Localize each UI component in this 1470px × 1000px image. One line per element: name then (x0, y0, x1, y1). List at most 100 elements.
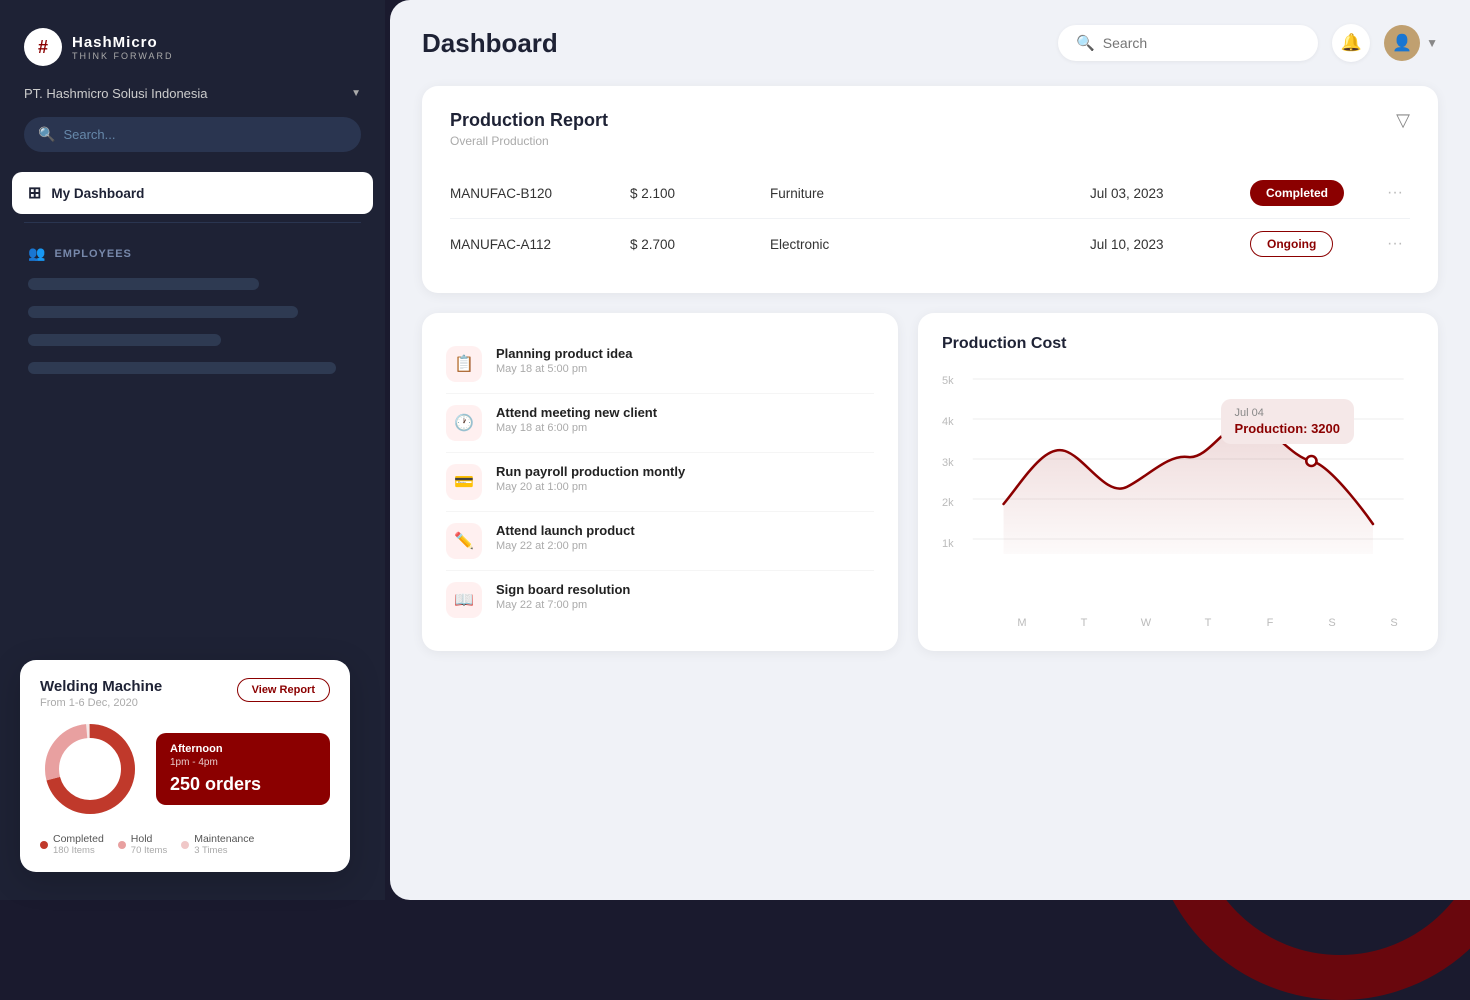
legend-item-hold: Hold 70 Items (118, 833, 167, 856)
skeleton-bar-1 (28, 278, 259, 290)
production-report-card: Production Report Overall Production ▽ M… (422, 86, 1438, 293)
activity-item-2: 🕐 Attend meeting new client May 18 at 6:… (446, 394, 874, 453)
legend-sub-completed: 180 Items (53, 845, 104, 856)
activity-item-5: 📖 Sign board resolution May 22 at 7:00 p… (446, 571, 874, 629)
production-cost-card: Production Cost Jul 04 Production: 3200 (918, 313, 1438, 651)
activity-title-4: Attend launch product (496, 523, 635, 538)
activity-time-5: May 22 at 7:00 pm (496, 599, 630, 611)
sidebar-search-input[interactable] (63, 127, 347, 142)
production-report-subtitle: Overall Production (450, 134, 608, 148)
x-label-f: F (1250, 617, 1290, 629)
activity-time-3: May 20 at 1:00 pm (496, 481, 685, 493)
avatar-chevron-icon: ▼ (1426, 36, 1438, 50)
welding-legend: Completed 180 Items Hold 70 Items Mainte… (40, 833, 330, 856)
chart-area: Jul 04 Production: 3200 (942, 369, 1414, 629)
prod-id-2: MANUFAC-A112 (450, 237, 630, 252)
x-label-s2: S (1374, 617, 1414, 629)
production-report-title: Production Report (450, 110, 608, 131)
activity-item-3: 💳 Run payroll production montly May 20 a… (446, 453, 874, 512)
logo-text: HashMicro THINK FORWARD (72, 34, 174, 61)
page-title: Dashboard (422, 28, 558, 59)
activity-time-4: May 22 at 2:00 pm (496, 540, 635, 552)
legend-item-maintenance: Maintenance 3 Times (181, 833, 254, 856)
x-label-t2: T (1188, 617, 1228, 629)
main-content: Dashboard 🔍 🔔 👤 ▼ Production Report Over… (390, 0, 1470, 900)
row-more-2[interactable]: ··· (1380, 235, 1410, 253)
header-right: 🔍 🔔 👤 ▼ (1058, 24, 1438, 62)
activity-card: 📋 Planning product idea May 18 at 5:00 p… (422, 313, 898, 651)
legend-text-completed: Completed 180 Items (53, 833, 104, 856)
notification-button[interactable]: 🔔 (1332, 24, 1370, 62)
prod-type-1: Furniture (770, 186, 1090, 201)
chart-x-labels: M T W T F S S (972, 613, 1414, 629)
activity-time-2: May 18 at 6:00 pm (496, 422, 657, 434)
header-search-box[interactable]: 🔍 (1058, 25, 1318, 61)
sidebar-search-box[interactable]: 🔍 (24, 117, 361, 152)
x-label-w: W (1126, 617, 1166, 629)
company-name: PT. Hashmicro Solusi Indonesia (24, 86, 208, 101)
employees-label: EMPLOYEES (54, 248, 131, 260)
y-label-1k: 1k (942, 538, 954, 550)
table-row: MANUFAC-B120 $ 2.100 Furniture Jul 03, 2… (450, 168, 1410, 219)
tooltip-date: Jul 04 (1235, 407, 1340, 419)
legend-dot-maintenance (181, 841, 189, 849)
x-label-t1: T (1064, 617, 1104, 629)
filter-button[interactable]: ▽ (1396, 110, 1410, 131)
y-label-3k: 3k (942, 457, 954, 469)
afternoon-time: 1pm - 4pm (170, 757, 316, 768)
y-label-5k: 5k (942, 375, 954, 387)
view-report-button[interactable]: View Report (237, 678, 330, 702)
afternoon-label: Afternoon (170, 743, 316, 755)
activity-item-1: 📋 Planning product idea May 18 at 5:00 p… (446, 335, 874, 394)
avatar-button[interactable]: 👤 ▼ (1384, 25, 1438, 61)
header-search-icon: 🔍 (1076, 34, 1095, 52)
x-label-m: M (1002, 617, 1042, 629)
sidebar-item-dashboard-label: My Dashboard (51, 186, 144, 201)
sidebar-item-dashboard[interactable]: ⊞ My Dashboard (12, 172, 373, 214)
afternoon-tooltip: Afternoon 1pm - 4pm 250 orders (156, 733, 330, 805)
y-label-4k: 4k (942, 416, 954, 428)
tooltip-value: Production: 3200 (1235, 421, 1340, 436)
activity-icon-1: 📋 (446, 346, 482, 382)
header-search-input[interactable] (1103, 35, 1300, 51)
legend-sub-hold: 70 Items (131, 845, 167, 856)
donut-chart (40, 719, 140, 819)
activity-time-1: May 18 at 5:00 pm (496, 363, 633, 375)
skeleton-bar-4 (28, 362, 336, 374)
sidebar-logo: # HashMicro THINK FORWARD (0, 0, 385, 86)
welding-title: Welding Machine (40, 678, 162, 695)
dashboard-icon: ⊞ (28, 183, 41, 203)
skeleton-bar-2 (28, 306, 298, 318)
activity-text-1: Planning product idea May 18 at 5:00 pm (496, 346, 633, 375)
logo-tagline: THINK FORWARD (72, 51, 174, 61)
avatar: 👤 (1384, 25, 1420, 61)
activity-item-4: ✏️ Attend launch product May 22 at 2:00 … (446, 512, 874, 571)
legend-item-completed: Completed 180 Items (40, 833, 104, 856)
prod-type-2: Electronic (770, 237, 1090, 252)
prod-date-2: Jul 10, 2023 (1090, 237, 1250, 252)
legend-text-maintenance: Maintenance 3 Times (194, 833, 254, 856)
activity-icon-5: 📖 (446, 582, 482, 618)
content-area: Production Report Overall Production ▽ M… (390, 86, 1470, 675)
row-more-1[interactable]: ··· (1380, 184, 1410, 202)
x-label-s1: S (1312, 617, 1352, 629)
prod-status-1: Completed (1250, 180, 1380, 206)
legend-dot-hold (118, 841, 126, 849)
prod-amount-2: $ 2.700 (630, 237, 770, 252)
logo-name: HashMicro (72, 34, 174, 51)
welding-title-area: Welding Machine From 1-6 Dec, 2020 (40, 678, 162, 709)
activity-text-2: Attend meeting new client May 18 at 6:00… (496, 405, 657, 434)
activity-title-1: Planning product idea (496, 346, 633, 361)
activity-text-3: Run payroll production montly May 20 at … (496, 464, 685, 493)
search-icon: 🔍 (38, 126, 55, 143)
employees-section: 👥 EMPLOYEES (0, 231, 385, 270)
activity-title-2: Attend meeting new client (496, 405, 657, 420)
table-row: MANUFAC-A112 $ 2.700 Electronic Jul 10, … (450, 219, 1410, 269)
afternoon-orders: 250 orders (170, 774, 316, 795)
welding-header: Welding Machine From 1-6 Dec, 2020 View … (40, 678, 330, 709)
logo-icon: # (24, 28, 62, 66)
company-selector[interactable]: PT. Hashmicro Solusi Indonesia ▼ (24, 86, 361, 101)
legend-dot-completed (40, 841, 48, 849)
donut-svg (40, 719, 140, 819)
legend-text-hold: Hold 70 Items (131, 833, 167, 856)
